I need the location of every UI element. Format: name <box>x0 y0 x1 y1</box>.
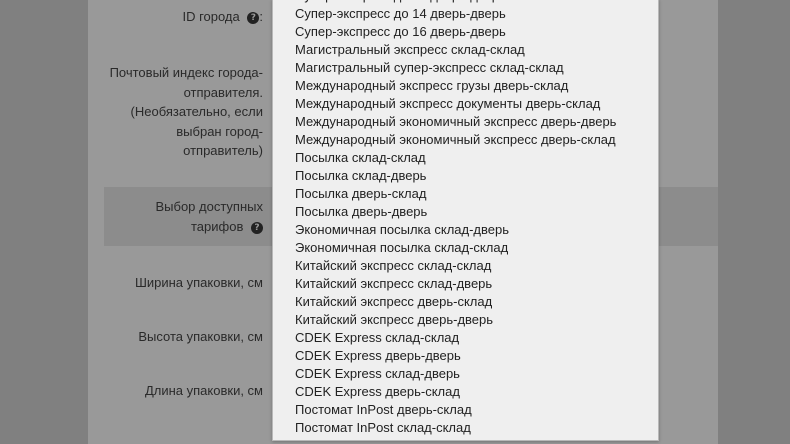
tariff-option[interactable]: CDEK Express дверь-дверь <box>273 347 658 365</box>
postcode-label-line: выбран город- <box>176 123 263 139</box>
postcode-label-line: отправитель) <box>183 143 263 158</box>
tariff-option[interactable]: Китайский экспресс дверь-дверь <box>273 311 658 329</box>
length-label: Длина упаковки, см <box>144 383 263 398</box>
tariff-option[interactable]: Китайский экспресс склад-дверь <box>273 275 658 293</box>
tariff-option[interactable]: Посылка склад-дверь <box>273 167 658 185</box>
tariff-options: Супер-экспресс до 12 дверь-дверьСупер-эк… <box>273 0 658 437</box>
tariff-option[interactable]: Магистральный супер-экспресс склад-склад <box>273 59 658 77</box>
tariff-option[interactable]: Международный экспресс документы дверь-с… <box>273 95 658 113</box>
tariffs-dropdown-list[interactable]: Супер-экспресс до 12 дверь-дверьСупер-эк… <box>272 0 659 441</box>
tariff-option[interactable]: CDEK Express склад-дверь <box>273 365 658 383</box>
tariff-option[interactable]: Магистральный экспресс склад-склад <box>273 41 658 59</box>
tariffs-label-line1: Выбор доступных <box>155 199 263 214</box>
tariff-option[interactable]: CDEK Express склад-склад <box>273 329 658 347</box>
tariff-option[interactable]: Экономичная посылка склад-склад <box>273 239 658 257</box>
postcode-label-line: Почтовый индекс города- <box>109 65 263 80</box>
tariff-option[interactable]: CDEK Express дверь-склад <box>273 383 658 401</box>
question-circle-icon[interactable]: ? <box>251 221 263 234</box>
tariff-option[interactable]: Экономичная посылка склад-дверь <box>273 221 658 239</box>
postcode-label-line: отправителя. <box>183 84 263 100</box>
height-label: Высота упаковки, см <box>138 329 263 344</box>
tariff-option[interactable]: Международный экономичный экспресс дверь… <box>273 113 658 131</box>
tariffs-label-line2-wrap: тарифов ? <box>155 217 263 237</box>
tariff-option[interactable]: Посылка склад-склад <box>273 149 658 167</box>
tariffs-label-line2: тарифов <box>191 218 244 234</box>
tariff-option[interactable]: Постомат InPost дверь-склад <box>273 401 658 419</box>
city-id-label-text: ID города <box>182 9 240 24</box>
width-label: Ширина упаковки, см <box>134 275 263 290</box>
tariff-option[interactable]: Супер-экспресс до 14 дверь-дверь <box>273 5 658 23</box>
city-id-label: ID города ?: <box>182 7 263 27</box>
tariffs-label: Выбор доступных тарифов ? <box>155 197 263 236</box>
tariff-option[interactable]: Супер-экспресс до 16 дверь-дверь <box>273 23 658 41</box>
question-circle-icon[interactable]: ? <box>247 12 260 24</box>
tariff-option[interactable]: Международный экспресс грузы дверь-склад <box>273 77 658 95</box>
tariff-option[interactable]: Посылка дверь-дверь <box>273 203 658 221</box>
tariff-option[interactable]: Посылка дверь-склад <box>273 185 658 203</box>
tariff-option[interactable]: Международный экономичный экспресс дверь… <box>273 131 658 149</box>
tariff-option[interactable]: Постомат InPost склад-склад <box>273 419 658 437</box>
postcode-label: Почтовый индекс города- отправителя. (Не… <box>110 63 263 161</box>
tariff-option[interactable]: Китайский экспресс склад-склад <box>273 257 658 275</box>
tariff-option[interactable]: Китайский экспресс дверь-склад <box>273 293 658 311</box>
city-id-label-suffix: : <box>259 9 263 24</box>
postcode-label-line: (Необязательно, если <box>130 104 263 119</box>
